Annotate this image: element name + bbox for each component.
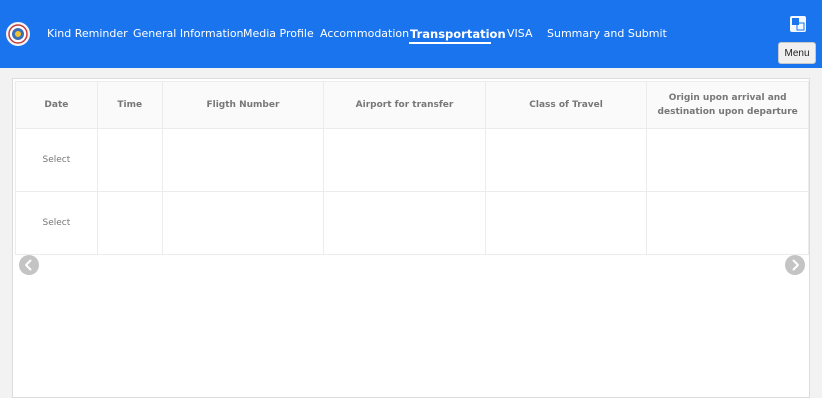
flight-number-cell[interactable] [161,128,325,192]
transportation-panel: Date Time Fligth Number Airport for tran… [12,78,810,398]
chevron-right-icon[interactable] [785,255,805,275]
nav-item-general-information[interactable]: General Information [133,27,244,41]
table-header-row: Date Time Fligth Number Airport for tran… [15,81,809,129]
table-row: Select [15,191,809,255]
time-cell[interactable] [96,191,163,255]
date-select[interactable]: Select [15,128,98,192]
nav-item-visa[interactable]: VISA [507,27,532,41]
class-of-travel-cell[interactable] [484,191,648,255]
class-of-travel-cell[interactable] [484,128,648,192]
nav-item-transportation[interactable]: Transportation [410,27,506,41]
flight-number-cell[interactable] [161,191,325,255]
chevron-left-icon[interactable] [19,255,39,275]
column-header-time: Time [96,81,163,129]
date-select[interactable]: Select [15,191,98,255]
column-header-flight-number: Fligth Number [161,81,325,129]
nav-item-accommodation[interactable]: Accommodation [320,27,409,41]
table-row: Select [15,128,809,192]
language-switch-icon[interactable] [789,15,807,33]
column-header-date: Date [15,81,98,129]
origin-destination-cell[interactable] [646,128,809,192]
top-navigation-bar: Kind Reminder General Information Media … [0,0,822,68]
nav-item-summary-and-submit[interactable]: Summary and Submit [547,27,667,41]
column-header-class-of-travel: Class of Travel [484,81,648,129]
active-tab-underline [409,42,491,44]
transportation-table: Date Time Fligth Number Airport for tran… [15,81,809,255]
airport-cell[interactable] [323,191,486,255]
origin-destination-cell[interactable] [646,191,809,255]
menu-button[interactable]: Menu [778,42,816,64]
emblem-logo[interactable] [6,22,30,46]
nav-item-media-profile[interactable]: Media Profile [243,27,314,41]
column-header-origin-destination: Origin upon arrival and destination upon… [646,81,809,129]
nav-item-kind-reminder[interactable]: Kind Reminder [47,27,128,41]
column-header-airport-for-transfer: Airport for transfer [323,81,486,129]
time-cell[interactable] [96,128,163,192]
airport-cell[interactable] [323,128,486,192]
